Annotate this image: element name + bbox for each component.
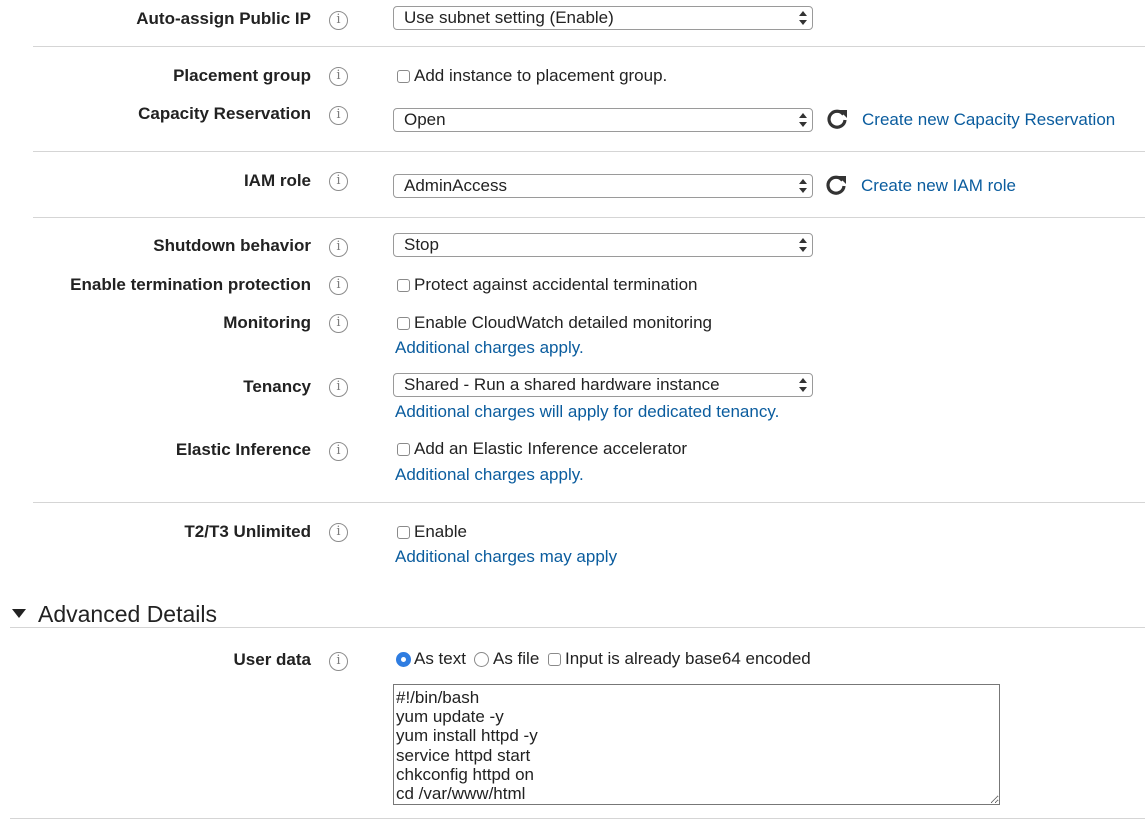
user-data-label: User data <box>233 650 311 669</box>
section-divider <box>33 502 1145 503</box>
monitoring-checkbox-label: Enable CloudWatch detailed monitoring <box>414 313 712 332</box>
info-icon[interactable]: i <box>329 442 348 461</box>
select-arrows-icon <box>799 112 807 128</box>
info-icon[interactable]: i <box>329 523 348 542</box>
info-icon[interactable]: i <box>329 106 348 125</box>
tenancy-value: Shared - Run a shared hardware instance <box>404 375 720 394</box>
elastic-inference-charges-link[interactable]: Additional charges apply. <box>395 465 584 485</box>
select-arrows-icon <box>799 377 807 393</box>
section-divider <box>33 46 1145 47</box>
monitoring-checkbox[interactable] <box>397 317 410 330</box>
as-file-label: As file <box>493 649 540 668</box>
iam-role-value: AdminAccess <box>404 176 507 195</box>
user-data-textarea[interactable]: #!/bin/bash yum update -y yum install ht… <box>393 684 1000 805</box>
iam-role-select[interactable]: AdminAccess <box>393 174 813 198</box>
info-icon[interactable]: i <box>329 378 348 397</box>
collapse-triangle-icon[interactable] <box>12 609 26 618</box>
shutdown-behavior-value: Stop <box>404 235 439 254</box>
refresh-icon[interactable] <box>825 107 849 131</box>
shutdown-behavior-label: Shutdown behavior <box>153 236 311 255</box>
monitoring-charges-link[interactable]: Additional charges apply. <box>395 338 584 358</box>
as-text-radio[interactable] <box>396 652 411 667</box>
select-arrows-icon <box>799 237 807 253</box>
auto-assign-public-ip-value: Use subnet setting (Enable) <box>404 8 614 27</box>
monitoring-label: Monitoring <box>223 313 311 332</box>
as-text-label: As text <box>414 649 466 668</box>
create-capacity-reservation-link[interactable]: Create new Capacity Reservation <box>862 110 1115 130</box>
termination-protection-label: Enable termination protection <box>70 275 311 294</box>
placement-group-checkbox[interactable] <box>397 70 410 83</box>
advanced-details-heading[interactable]: Advanced Details <box>38 601 217 627</box>
elastic-inference-checkbox-label: Add an Elastic Inference accelerator <box>414 439 688 458</box>
auto-assign-public-ip-label: Auto-assign Public IP <box>136 9 311 28</box>
placement-group-label: Placement group <box>173 66 311 85</box>
auto-assign-public-ip-select[interactable]: Use subnet setting (Enable) <box>393 6 813 30</box>
select-arrows-icon <box>799 10 807 26</box>
termination-protection-checkbox[interactable] <box>397 279 410 292</box>
info-icon[interactable]: i <box>329 652 348 671</box>
capacity-reservation-value: Open <box>404 110 446 129</box>
info-icon[interactable]: i <box>329 67 348 86</box>
info-icon[interactable]: i <box>329 172 348 191</box>
t2t3-unlimited-checkbox-label: Enable <box>414 522 467 541</box>
iam-role-label: IAM role <box>243 171 311 190</box>
placement-group-checkbox-label: Add instance to placement group. <box>414 66 668 85</box>
select-arrows-icon <box>799 178 807 194</box>
elastic-inference-label: Elastic Inference <box>175 440 311 459</box>
termination-protection-checkbox-label: Protect against accidental termination <box>414 275 698 294</box>
tenancy-label: Tenancy <box>243 377 311 396</box>
capacity-reservation-select[interactable]: Open <box>393 108 813 132</box>
section-divider <box>10 627 1145 628</box>
t2t3-charges-link[interactable]: Additional charges may apply <box>395 547 617 567</box>
section-divider <box>33 151 1145 152</box>
t2t3-unlimited-label: T2/T3 Unlimited <box>184 522 311 541</box>
capacity-reservation-label: Capacity Reservation <box>138 104 311 123</box>
tenancy-select[interactable]: Shared - Run a shared hardware instance <box>393 373 813 397</box>
base64-checkbox-label: Input is already base64 encoded <box>565 649 811 668</box>
create-iam-role-link[interactable]: Create new IAM role <box>861 176 1016 196</box>
shutdown-behavior-select[interactable]: Stop <box>393 233 813 257</box>
info-icon[interactable]: i <box>329 238 348 257</box>
info-icon[interactable]: i <box>329 276 348 295</box>
elastic-inference-checkbox[interactable] <box>397 443 410 456</box>
base64-checkbox[interactable] <box>548 653 561 666</box>
info-icon[interactable]: i <box>329 11 348 30</box>
info-icon[interactable]: i <box>329 314 348 333</box>
as-file-radio[interactable] <box>474 652 489 667</box>
section-divider <box>33 217 1145 218</box>
tenancy-charges-link[interactable]: Additional charges will apply for dedica… <box>395 402 779 422</box>
t2t3-unlimited-checkbox[interactable] <box>397 526 410 539</box>
refresh-icon[interactable] <box>824 173 848 197</box>
section-divider <box>10 818 1145 819</box>
